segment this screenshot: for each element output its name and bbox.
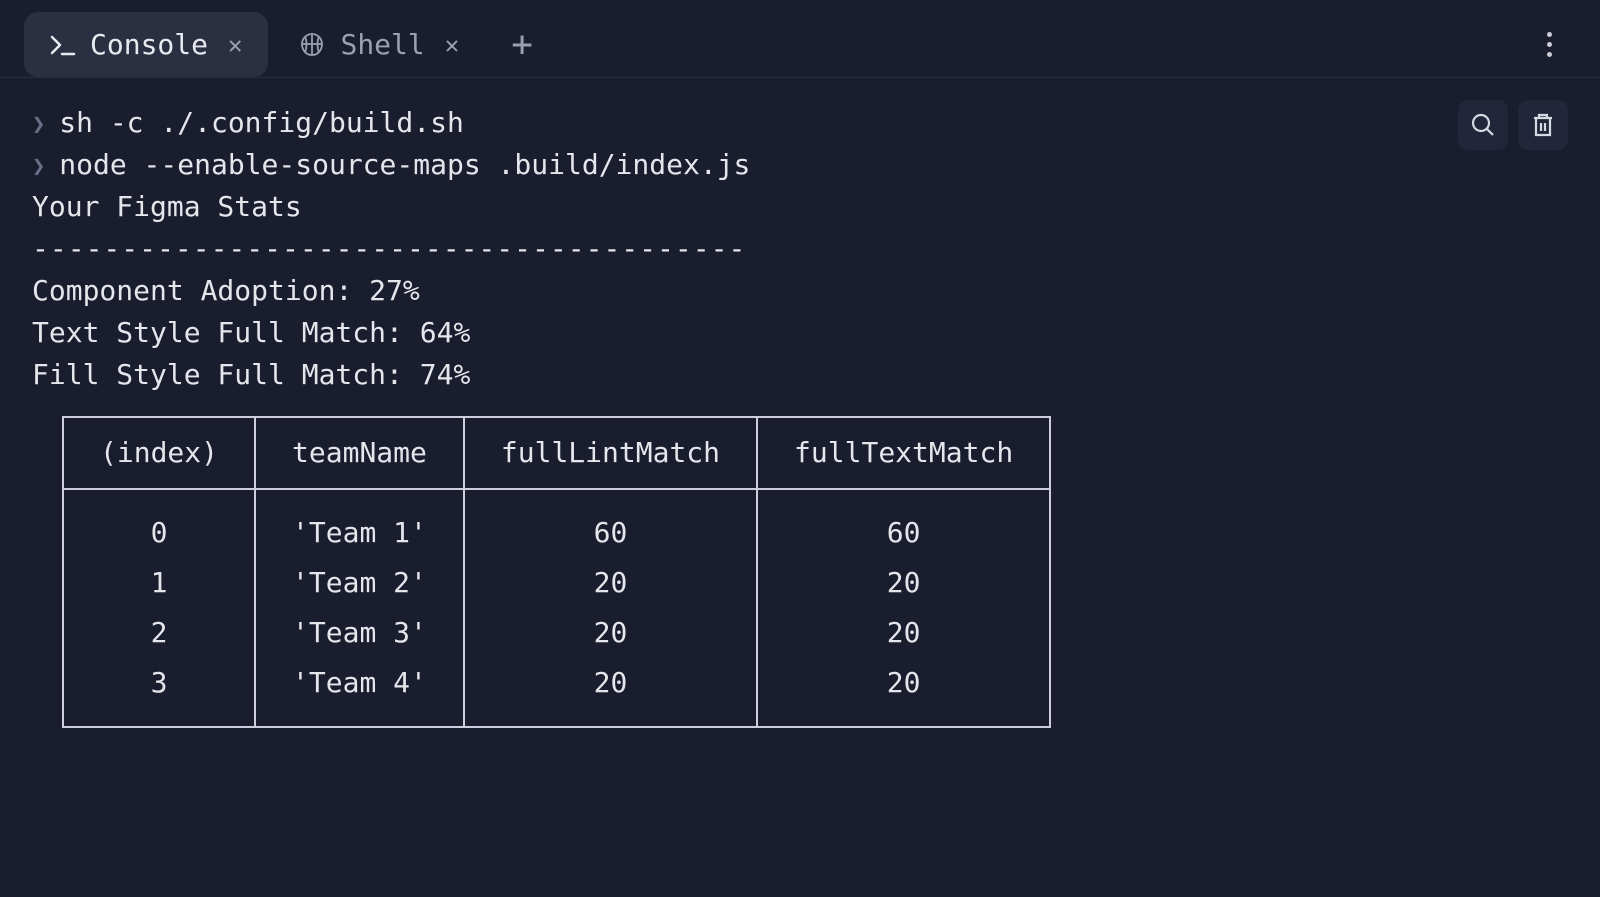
stats-table: (index) teamName fullLintMatch fullTextM… <box>62 416 1051 728</box>
prompt-icon: ❯ <box>32 144 45 186</box>
command-line: ❯ node --enable-source-maps .build/index… <box>32 144 1568 186</box>
cell-index: 0 <box>63 489 255 558</box>
search-button[interactable] <box>1458 100 1508 150</box>
close-icon[interactable]: ✕ <box>228 31 242 59</box>
cell-lintmatch: 60 <box>464 489 757 558</box>
cell-textmatch: 20 <box>757 558 1050 608</box>
cell-teamname: 'Team 3' <box>255 608 464 658</box>
more-menu-button[interactable] <box>1523 16 1576 73</box>
cell-lintmatch: 20 <box>464 558 757 608</box>
cell-teamname: 'Team 1' <box>255 489 464 558</box>
cell-index: 2 <box>63 608 255 658</box>
cell-textmatch: 60 <box>757 489 1050 558</box>
stat-value: 64% <box>420 316 471 349</box>
cell-textmatch: 20 <box>757 658 1050 727</box>
console-actions <box>1458 100 1568 150</box>
table-header: teamName <box>255 417 464 489</box>
stat-label: Component Adoption <box>32 274 335 307</box>
output-title: Your Figma Stats <box>32 186 1568 228</box>
command-line: ❯ sh -c ./.config/build.sh <box>32 102 1568 144</box>
prompt-icon: ❯ <box>32 102 45 144</box>
stat-line: Component Adoption: 27% <box>32 270 1568 312</box>
stat-line: Fill Style Full Match: 74% <box>32 354 1568 396</box>
stat-line: Text Style Full Match: 64% <box>32 312 1568 354</box>
tab-console[interactable]: Console ✕ <box>24 12 268 77</box>
tab-shell[interactable]: Shell ✕ <box>272 12 485 77</box>
table-row: 1'Team 2'2020 <box>63 558 1050 608</box>
table-header-row: (index) teamName fullLintMatch fullTextM… <box>63 417 1050 489</box>
trash-icon <box>1531 112 1555 138</box>
stat-value: 74% <box>420 358 471 391</box>
command-text: node --enable-source-maps .build/index.j… <box>59 144 750 186</box>
cell-textmatch: 20 <box>757 608 1050 658</box>
cell-lintmatch: 20 <box>464 608 757 658</box>
console-panel: Console ✕ Shell ✕ + <box>0 0 1600 897</box>
table-header: fullTextMatch <box>757 417 1050 489</box>
stat-label: Text Style Full Match <box>32 316 386 349</box>
tab-shell-label: Shell <box>340 28 424 61</box>
cell-index: 3 <box>63 658 255 727</box>
cell-index: 1 <box>63 558 255 608</box>
shell-icon <box>298 31 326 59</box>
terminal-icon <box>50 34 76 56</box>
table-header: (index) <box>63 417 255 489</box>
table-row: 2'Team 3'2020 <box>63 608 1050 658</box>
tab-console-label: Console <box>90 28 208 61</box>
command-text: sh -c ./.config/build.sh <box>59 102 464 144</box>
close-icon[interactable]: ✕ <box>445 31 459 59</box>
cell-teamname: 'Team 4' <box>255 658 464 727</box>
table-header: fullLintMatch <box>464 417 757 489</box>
stat-label: Fill Style Full Match <box>32 358 386 391</box>
stat-value: 27% <box>369 274 420 307</box>
output-divider: ---------------------------------------- <box>32 228 1568 270</box>
table-row: 3'Team 4'2020 <box>63 658 1050 727</box>
table-row: 0'Team 1'6060 <box>63 489 1050 558</box>
cell-teamname: 'Team 2' <box>255 558 464 608</box>
tab-bar: Console ✕ Shell ✕ + <box>0 0 1600 78</box>
cell-lintmatch: 20 <box>464 658 757 727</box>
console-output: ❯ sh -c ./.config/build.sh ❯ node --enab… <box>0 78 1600 897</box>
new-tab-button[interactable]: + <box>489 14 555 75</box>
clear-button[interactable] <box>1518 100 1568 150</box>
search-icon <box>1470 112 1496 138</box>
